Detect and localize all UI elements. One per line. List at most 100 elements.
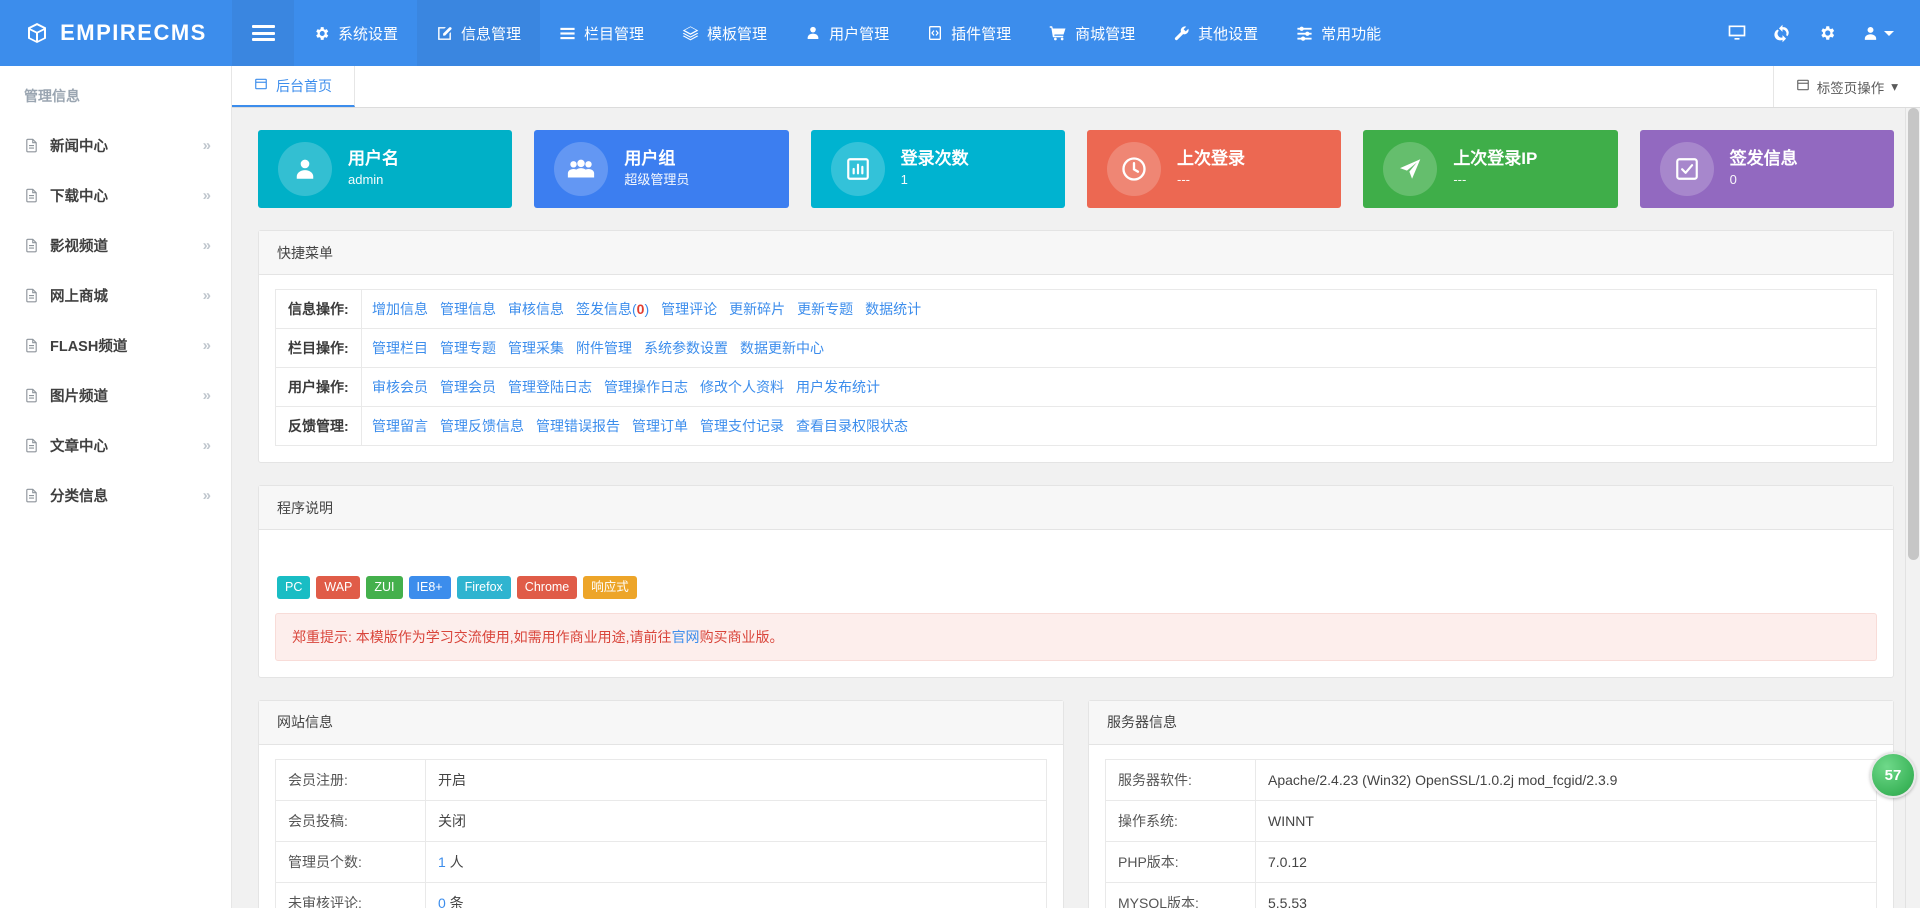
quick-link[interactable]: 管理会员 — [440, 379, 496, 395]
site-info-value: 开启 — [426, 759, 1047, 800]
sidebar-item-label: 网上商城 — [50, 285, 108, 306]
scrollbar-thumb[interactable] — [1908, 108, 1919, 560]
document-icon — [24, 238, 39, 253]
nav-item-plugin-management[interactable]: 插件管理 — [908, 0, 1030, 66]
sidebar-item-classified-info[interactable]: 分类信息 » — [0, 470, 231, 520]
quick-link-publish[interactable]: 签发信息(0) — [576, 301, 649, 317]
quick-link[interactable]: 管理评论 — [661, 301, 717, 317]
quick-link[interactable]: 管理栏目 — [372, 340, 428, 356]
quick-link[interactable]: 数据统计 — [865, 301, 921, 317]
quick-link[interactable]: 管理采集 — [508, 340, 564, 356]
stat-card-published-info[interactable]: 签发信息 0 — [1640, 130, 1894, 208]
quick-link[interactable]: 管理信息 — [440, 301, 496, 317]
quick-link[interactable]: 管理操作日志 — [604, 379, 688, 395]
quick-link[interactable]: 管理反馈信息 — [440, 418, 524, 434]
cart-icon — [1049, 24, 1067, 42]
stat-card-value: --- — [1177, 171, 1245, 189]
quick-link[interactable]: 管理订单 — [632, 418, 688, 434]
admin-count-link[interactable]: 1 — [438, 854, 446, 870]
compatibility-badges: PC WAP ZUI IE8+ Firefox Chrome 响应式 — [277, 576, 1877, 599]
stat-card-title: 上次登录 — [1177, 148, 1245, 171]
user-account-icon[interactable] — [1862, 25, 1894, 42]
stat-card-login-count[interactable]: 登录次数 1 — [811, 130, 1065, 208]
nav-item-info-management[interactable]: 信息管理 — [417, 0, 540, 66]
sidebar-item-article-center[interactable]: 文章中心 » — [0, 420, 231, 470]
tab-bar: 后台首页 标签页操作 ▾ — [232, 66, 1920, 108]
site-info-key: 未审核评论: — [276, 882, 426, 908]
tab-backend-home[interactable]: 后台首页 — [232, 66, 355, 107]
notice-prefix: 郑重提示: — [292, 629, 352, 645]
nav-item-template-management[interactable]: 模板管理 — [663, 0, 786, 66]
quick-menu-row-info: 信息操作: 增加信息管理信息审核信息签发信息(0)管理评论更新碎片更新专题数据统… — [276, 290, 1877, 329]
stat-card-value: 1 — [901, 171, 969, 189]
chevron-right-icon: » — [203, 487, 211, 504]
quick-link[interactable]: 审核信息 — [508, 301, 564, 317]
sidebar-item-online-shop[interactable]: 网上商城 » — [0, 270, 231, 320]
sidebar-item-download-center[interactable]: 下载中心 » — [0, 170, 231, 220]
nav-item-system-settings[interactable]: 系统设置 — [294, 0, 417, 66]
code-file-icon — [927, 25, 943, 41]
quick-link[interactable]: 增加信息 — [372, 301, 428, 317]
stat-card-username[interactable]: 用户名 admin — [258, 130, 512, 208]
stat-card-last-login[interactable]: 上次登录 --- — [1087, 130, 1341, 208]
floating-counter-badge[interactable]: 57 — [1870, 752, 1916, 798]
quick-link[interactable]: 用户发布统计 — [796, 379, 880, 395]
official-site-link[interactable]: 官网 — [672, 629, 700, 645]
tab-operations-button[interactable]: 标签页操作 ▾ — [1773, 66, 1920, 107]
refresh-icon[interactable] — [1773, 24, 1792, 43]
user-icon — [278, 142, 332, 196]
sidebar-item-image-channel[interactable]: 图片频道 » — [0, 370, 231, 420]
stat-card-title: 上次登录IP — [1453, 148, 1537, 171]
monitor-icon[interactable] — [1727, 23, 1747, 43]
quick-link[interactable]: 更新碎片 — [729, 301, 785, 317]
brand-name: EMPIRECMS — [60, 20, 207, 46]
tab-label: 后台首页 — [276, 76, 332, 96]
sidebar-item-news-center[interactable]: 新闻中心 » — [0, 120, 231, 170]
nav-item-label: 模板管理 — [707, 23, 767, 44]
quick-link[interactable]: 审核会员 — [372, 379, 428, 395]
nav-item-other-settings[interactable]: 其他设置 — [1154, 0, 1277, 66]
stat-card-usergroup[interactable]: 用户组 超级管理员 — [534, 130, 788, 208]
stat-card-title: 登录次数 — [901, 148, 969, 171]
layers-icon — [682, 25, 699, 42]
nav-item-user-management[interactable]: 用户管理 — [786, 0, 908, 66]
pending-comment-link[interactable]: 0 — [438, 895, 446, 908]
stat-card-last-login-ip[interactable]: 上次登录IP --- — [1363, 130, 1617, 208]
quick-link[interactable]: 更新专题 — [797, 301, 853, 317]
menu-toggle-button[interactable] — [232, 0, 294, 66]
quick-link[interactable]: 管理错误报告 — [536, 418, 620, 434]
users-icon — [554, 142, 608, 196]
table-row: 未审核评论: 0 条 — [276, 882, 1047, 908]
quick-link[interactable]: 管理登陆日志 — [508, 379, 592, 395]
quick-link[interactable]: 数据更新中心 — [740, 340, 824, 356]
quick-link[interactable]: 管理专题 — [440, 340, 496, 356]
stat-card-value: 超级管理员 — [624, 171, 689, 189]
quick-link[interactable]: 附件管理 — [576, 340, 632, 356]
quick-link[interactable]: 查看目录权限状态 — [796, 418, 908, 434]
quick-menu-body: 信息操作: 增加信息管理信息审核信息签发信息(0)管理评论更新碎片更新专题数据统… — [259, 275, 1893, 462]
nav-item-label: 商城管理 — [1075, 23, 1135, 44]
program-info-placeholder — [275, 544, 1877, 558]
nav-right-icons — [1727, 0, 1920, 66]
sidebar-title: 管理信息 — [0, 66, 231, 120]
quick-link[interactable]: 系统参数设置 — [644, 340, 728, 356]
site-info-value: 0 条 — [426, 882, 1047, 908]
pending-comment-suffix: 条 — [446, 895, 464, 908]
bottom-panels: 网站信息 会员注册: 开启 会员投稿: 关闭 管理员个数: 1 人 — [258, 700, 1894, 908]
nav-item-common-functions[interactable]: 常用功能 — [1277, 0, 1400, 66]
quick-link[interactable]: 修改个人资料 — [700, 379, 784, 395]
quick-link[interactable]: 管理支付记录 — [700, 418, 784, 434]
nav-item-column-management[interactable]: 栏目管理 — [540, 0, 663, 66]
table-row: PHP版本: 7.0.12 — [1106, 841, 1877, 882]
quick-link[interactable]: 管理留言 — [372, 418, 428, 434]
program-info-title: 程序说明 — [259, 486, 1893, 530]
stat-card-title: 签发信息 — [1730, 148, 1798, 171]
gear-icon[interactable] — [1818, 24, 1836, 42]
sidebar-item-video-channel[interactable]: 影视频道 » — [0, 220, 231, 270]
sidebar-item-flash-channel[interactable]: FLASH频道 » — [0, 320, 231, 370]
nav-item-shop-management[interactable]: 商城管理 — [1030, 0, 1154, 66]
site-info-key: 管理员个数: — [276, 841, 426, 882]
sidebar-item-label: 文章中心 — [50, 435, 108, 456]
brand-logo[interactable]: EMPIRECMS — [0, 0, 232, 66]
site-info-value: 关闭 — [426, 800, 1047, 841]
